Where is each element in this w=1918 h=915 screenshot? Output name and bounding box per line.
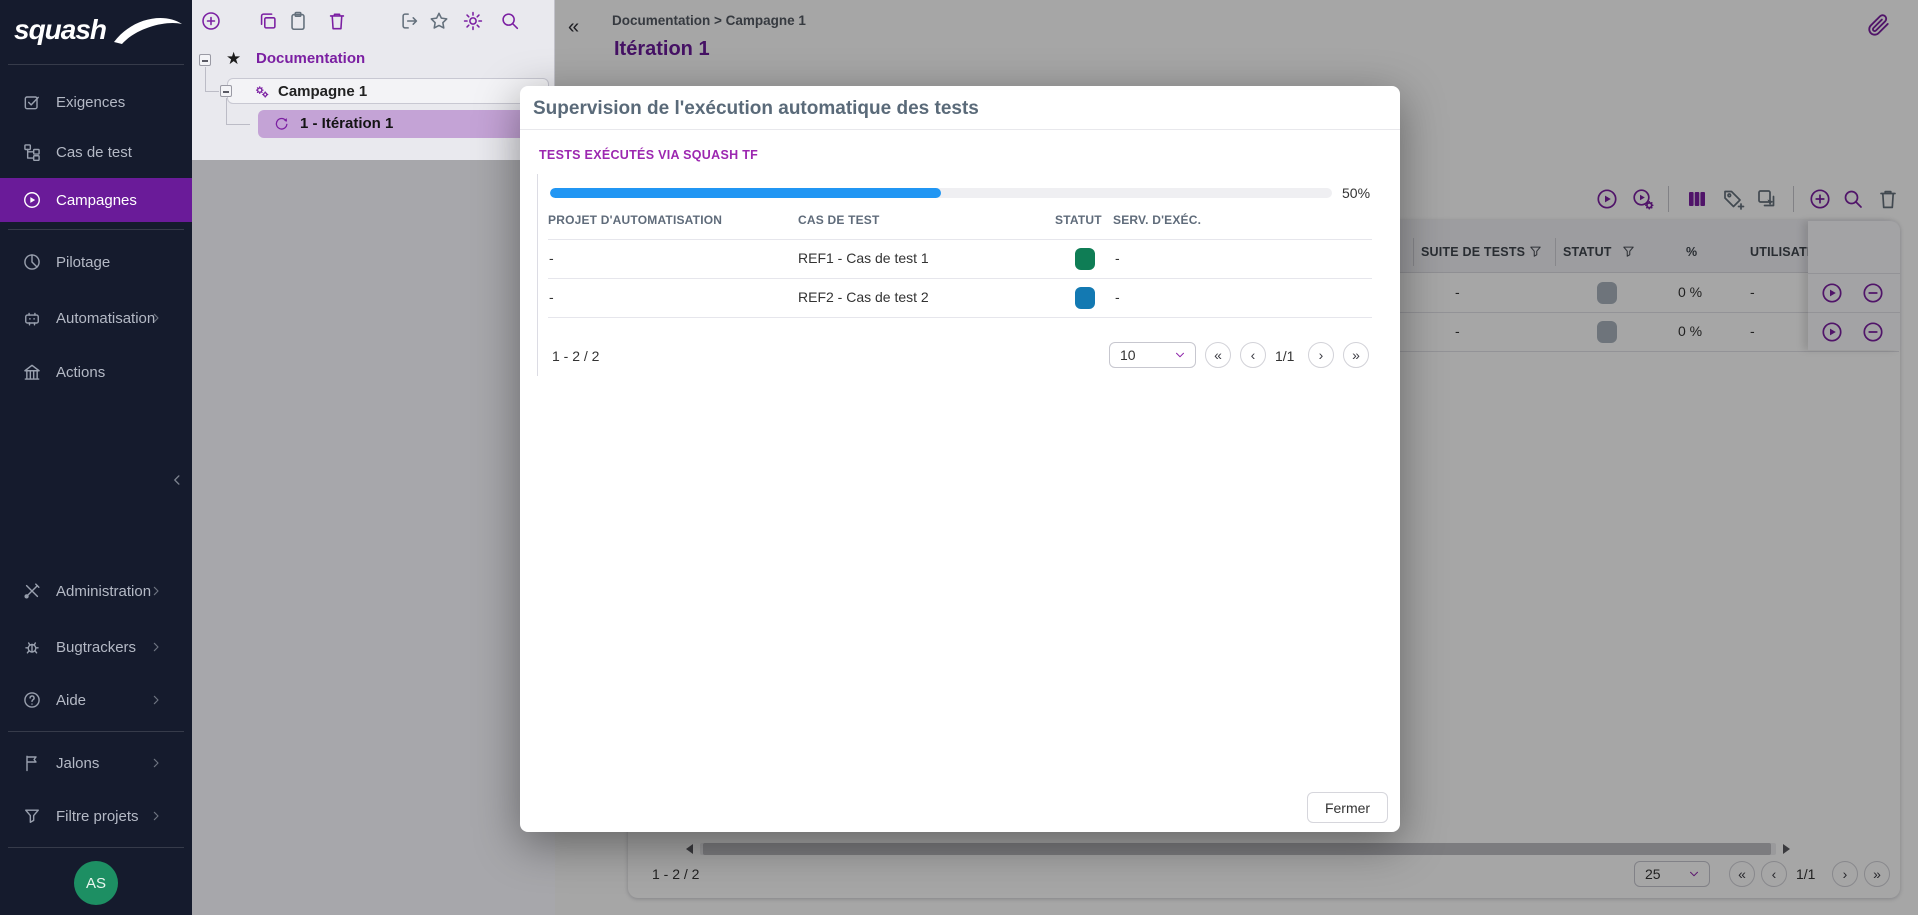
logo-text: squash [14, 14, 106, 46]
tree-node-label: 1 - Itération 1 [300, 115, 393, 132]
sidebar-item-bugtrackers[interactable]: Bugtrackers [0, 625, 192, 669]
page-size-select[interactable]: 10 [1109, 342, 1196, 368]
sidebar-item-cas-de-test[interactable]: Cas de test [0, 130, 192, 174]
iteration-refresh-icon [272, 115, 290, 133]
column-header-test[interactable]: CAS DE TEST [798, 213, 880, 227]
sidebar-item-label: Administration [56, 583, 151, 600]
execution-row: - REF2 - Cas de test 2 - [548, 279, 1372, 317]
avatar[interactable]: AS [74, 861, 118, 905]
divider [8, 847, 184, 848]
pager-next-button[interactable]: › [1308, 342, 1334, 368]
chevron-right-icon [148, 755, 164, 771]
tree-panel: ★ Documentation Campagne 1 1 - Itération… [192, 0, 555, 160]
cell-project: - [549, 250, 554, 266]
pager-glyph: › [1319, 347, 1324, 363]
results-range: 1 - 2 / 2 [552, 348, 599, 364]
automated-execution-dialog: Supervision de l'exécution automatique d… [520, 86, 1400, 832]
sidebar-item-label: Pilotage [56, 254, 110, 271]
column-header-server[interactable]: SERV. D'EXÉC. [1113, 213, 1201, 227]
row-divider [548, 317, 1372, 318]
tree-node-label: Campagne 1 [278, 83, 367, 100]
divider [8, 229, 184, 230]
tree-add-icon[interactable] [200, 10, 222, 32]
execution-row: - REF1 - Cas de test 1 - [548, 240, 1372, 278]
cell-project: - [549, 289, 554, 305]
tree-search-icon[interactable] [499, 10, 521, 32]
sidebar-item-label: Jalons [56, 755, 99, 772]
sidebar-item-administration[interactable]: Administration [0, 569, 192, 613]
sidebar-item-campagnes[interactable]: Campagnes [0, 178, 192, 222]
sidebar-item-jalons[interactable]: Jalons [0, 741, 192, 785]
chevron-right-icon [148, 639, 164, 655]
logo-swoosh-icon [112, 12, 184, 52]
divider [8, 64, 184, 65]
sidebar-item-label: Actions [56, 364, 105, 381]
sidebar-item-actions[interactable]: Actions [0, 350, 192, 394]
tree-row-campagne[interactable]: Campagne 1 [227, 78, 549, 104]
panel-border [537, 174, 538, 376]
divider [8, 731, 184, 732]
tree-connector [205, 91, 219, 92]
tree-copy-icon[interactable] [257, 10, 279, 32]
cell-test: REF2 - Cas de test 2 [798, 289, 929, 305]
tree-connector [226, 124, 250, 125]
section-label: TESTS EXÉCUTÉS VIA SQUASH TF [539, 148, 758, 162]
chevron-right-icon [148, 583, 164, 599]
pager-glyph: » [1352, 347, 1360, 363]
pager-prev-button[interactable]: ‹ [1240, 342, 1266, 368]
close-button[interactable]: Fermer [1307, 792, 1388, 823]
pager-first-button[interactable]: « [1205, 342, 1231, 368]
sidebar-item-label: Bugtrackers [56, 639, 136, 656]
execution-progress-bar [550, 188, 1332, 198]
tree-paste-icon[interactable] [287, 10, 309, 32]
column-header-status[interactable]: STATUT [1055, 213, 1102, 227]
page-indicator: 1/1 [1275, 348, 1294, 364]
tree-delete-icon[interactable] [326, 10, 348, 32]
collapse-minus-icon[interactable] [199, 54, 211, 66]
cell-server: - [1115, 289, 1120, 305]
pager-glyph: « [1214, 347, 1222, 363]
sidebar-item-label: Automatisation [56, 310, 155, 327]
squash-logo: squash [0, 4, 192, 56]
progress-percent: 50% [1342, 185, 1370, 201]
sidebar-item-automatisation[interactable]: Automatisation [0, 296, 192, 340]
tree-connector [226, 98, 227, 124]
page-size-value: 10 [1120, 347, 1136, 363]
column-header-project[interactable]: PROJET D'AUTOMATISATION [548, 213, 722, 227]
sidebar-collapse-icon[interactable] [168, 471, 186, 489]
tree-export-icon[interactable] [399, 10, 421, 32]
sidebar-item-aide[interactable]: Aide [0, 678, 192, 722]
status-badge [1075, 248, 1095, 270]
campaign-gears-icon [253, 83, 271, 101]
avatar-initials: AS [86, 875, 106, 892]
progress-fill [550, 188, 941, 198]
sidebar-item-label: Filtre projets [56, 808, 139, 825]
chevron-right-icon [148, 310, 164, 326]
tree-node-label: Documentation [256, 50, 365, 67]
pager-last-button[interactable]: » [1343, 342, 1369, 368]
chevron-right-icon [148, 692, 164, 708]
divider [520, 129, 1400, 130]
sidebar-item-filtre-projets[interactable]: Filtre projets [0, 794, 192, 838]
status-badge [1075, 287, 1095, 309]
sidebar-item-label: Exigences [56, 94, 125, 111]
cell-server: - [1115, 250, 1120, 266]
dialog-title: Supervision de l'exécution automatique d… [533, 98, 979, 120]
cell-test: REF1 - Cas de test 1 [798, 250, 929, 266]
tree-favorites-icon[interactable] [428, 10, 450, 32]
sidebar-item-label: Campagnes [56, 192, 137, 209]
pager-glyph: ‹ [1251, 347, 1256, 363]
tree-settings-gear-icon[interactable] [462, 10, 484, 32]
sidebar-item-exigences[interactable]: Exigences [0, 80, 192, 124]
sidebar-item-pilotage[interactable]: Pilotage [0, 240, 192, 284]
star-icon: ★ [226, 49, 241, 69]
collapse-minus-icon[interactable] [220, 85, 232, 97]
sidebar-item-label: Aide [56, 692, 86, 709]
tree-row-documentation[interactable]: ★ Documentation [192, 47, 555, 73]
sidebar: squash Exigences Cas de test Campagnes P… [0, 0, 192, 915]
sidebar-item-label: Cas de test [56, 144, 132, 161]
chevron-down-icon [1173, 348, 1187, 362]
tree-row-iteration-selected[interactable]: 1 - Itération 1 [258, 110, 549, 138]
chevron-right-icon [148, 808, 164, 824]
